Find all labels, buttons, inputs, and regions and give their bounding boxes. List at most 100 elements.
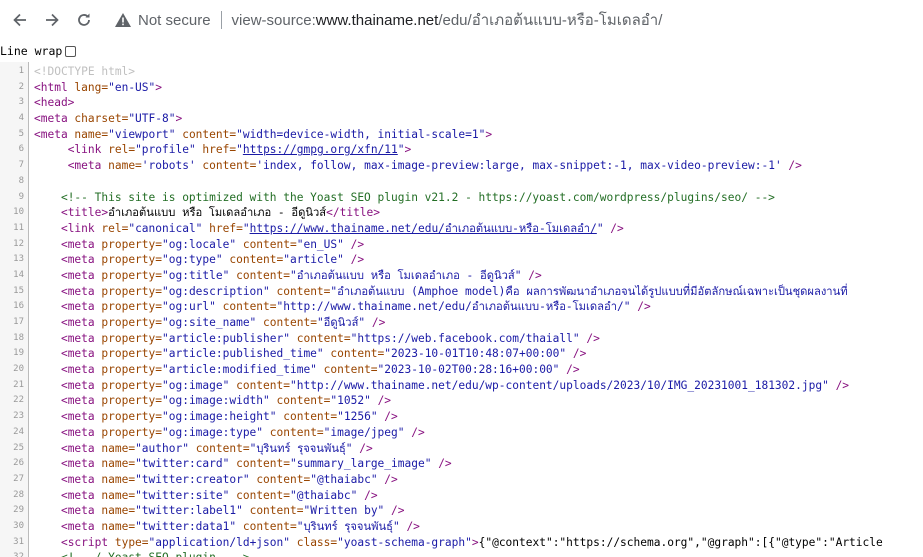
line-number: 30: [13, 520, 24, 531]
code-token: "en_US": [296, 237, 351, 251]
back-button[interactable]: [5, 5, 35, 35]
line-wrap-control: Line wrap: [0, 43, 77, 59]
code-token: "@thaiabc": [290, 488, 365, 502]
line-number: 28: [13, 489, 24, 500]
source-line: 10 <title>อำเภอต้นแบบ หรือ โมเดลอำเภอ - …: [0, 205, 923, 221]
code-token: property=: [101, 425, 162, 439]
code-token: content=: [236, 378, 290, 392]
code-token: <meta: [34, 112, 75, 126]
code-token: href=: [202, 143, 237, 157]
line-number: 5: [18, 128, 24, 139]
code-token: "2023-10-02T00:28:16+00:00": [377, 363, 567, 377]
code-token: ": [596, 221, 611, 235]
line-code: <meta name="viewport" content="width=dev…: [34, 127, 492, 143]
code-token: "twitter:label1": [135, 504, 250, 518]
line-number: 15: [13, 285, 24, 296]
code-token: "author": [135, 441, 196, 455]
code-token: "article:modified_time": [162, 363, 324, 377]
code-token: "application/ld+json": [148, 535, 297, 549]
source-line: 12 <meta property="og:locale" content="e…: [0, 237, 923, 253]
line-number: 6: [18, 144, 24, 155]
reload-button[interactable]: [69, 5, 99, 35]
code-token: "@thaiabc": [310, 472, 385, 486]
code-token: property=: [101, 253, 162, 267]
code-token: <meta: [60, 378, 102, 392]
code-token: "http://www.thainame.net/edu/wp-content/…: [289, 378, 836, 392]
source-link[interactable]: https://gmpg.org/xfn/11: [243, 143, 398, 156]
code-token: "1256": [337, 410, 385, 424]
line-number: 24: [13, 426, 24, 437]
code-token: />: [371, 316, 386, 329]
arrow-left-icon: [13, 13, 26, 27]
code-token: "yoast-schema-graph": [337, 535, 472, 549]
source-line: 30 <meta name="twitter:data1" content="บ…: [0, 519, 923, 535]
address-bar[interactable]: Not secure view-source: www.thainame.net /…: [108, 5, 923, 35]
line-code: <meta charset="UTF-8">: [34, 111, 182, 127]
line-code: <meta name="twitter:card" content="summa…: [34, 456, 452, 472]
source-line: 5 <meta name="viewport" content="width=de…: [0, 127, 923, 143]
source-line: 6 <link rel="profile" href="https://gmpg…: [0, 142, 923, 158]
code-token: "og:image:height": [162, 410, 284, 424]
forward-button[interactable]: [37, 5, 67, 35]
code-token: property=: [101, 394, 162, 408]
code-token: <meta: [60, 316, 102, 329]
line-code: <link rel="profile" href="https://gmpg.o…: [34, 142, 412, 158]
code-token: "image/jpeg": [323, 425, 412, 439]
code-token: "article:published_time": [162, 347, 331, 361]
not-secure-label[interactable]: Not secure: [138, 12, 211, 29]
line-wrap-checkbox[interactable]: [65, 45, 77, 57]
url-scheme: view-source:: [231, 11, 316, 29]
code-token: "http://www.thainame.net/edu/อำเภอต้นแบบ…: [276, 300, 638, 314]
line-number: 25: [13, 442, 24, 453]
code-token: name=: [108, 159, 142, 173]
code-token: />: [377, 394, 392, 408]
line-code: <meta name="author" content="บุรินทร์ รุ…: [34, 441, 373, 457]
line-code: <!-- This site is optimized with the Yoa…: [34, 190, 775, 206]
code-token: "og:title": [162, 268, 237, 282]
line-wrap-label: Line wrap: [0, 44, 63, 58]
code-token: content=: [263, 316, 317, 329]
code-token: content=: [236, 268, 290, 282]
address-separator: [220, 11, 222, 29]
code-token: "อีดูนิวส์": [316, 316, 372, 329]
line-code: <!DOCTYPE html>: [34, 64, 135, 80]
code-token: "article": [283, 253, 351, 267]
line-code: <meta property="og:url" content="http://…: [34, 299, 651, 315]
code-token: "og:image:type": [162, 425, 270, 439]
line-code: <meta property="article:published_time" …: [34, 346, 586, 362]
code-token: "อำเภอต้นแบบ (Amphoe model)คือ ผลการพัฒน…: [330, 284, 848, 298]
source-line: 2 <html lang="en-US">: [0, 80, 923, 96]
code-token: property=: [101, 410, 162, 424]
line-code: <meta name='robots' content='index, foll…: [34, 158, 802, 174]
line-code: <meta name="twitter:creator" content="@t…: [34, 472, 398, 488]
code-token: />: [359, 441, 373, 455]
code-token: <meta: [60, 300, 102, 314]
line-code: <meta property="article:modified_time" c…: [34, 362, 580, 378]
source-line: 25 <meta name="author" content="บุรินทร์…: [0, 441, 923, 457]
code-token: type=: [114, 535, 149, 549]
source-line: 27 <meta name="twitter:creator" content=…: [0, 472, 923, 488]
warning-icon[interactable]: [114, 11, 132, 29]
code-token: content=: [202, 159, 257, 173]
line-number: 10: [13, 207, 24, 218]
code-token: 'index, follow, max-image-preview:large,…: [256, 159, 789, 173]
code-token: ": [397, 143, 405, 157]
source-link[interactable]: https://www.thainame.net/edu/อำเภอต้นแบบ…: [250, 222, 597, 235]
code-token: <!-- / Yoast SEO plugin. -->: [61, 551, 250, 557]
code-token: rel=: [108, 143, 136, 157]
code-token: <meta: [60, 519, 102, 533]
code-token: content=: [229, 253, 284, 267]
line-number: 13: [13, 254, 24, 265]
